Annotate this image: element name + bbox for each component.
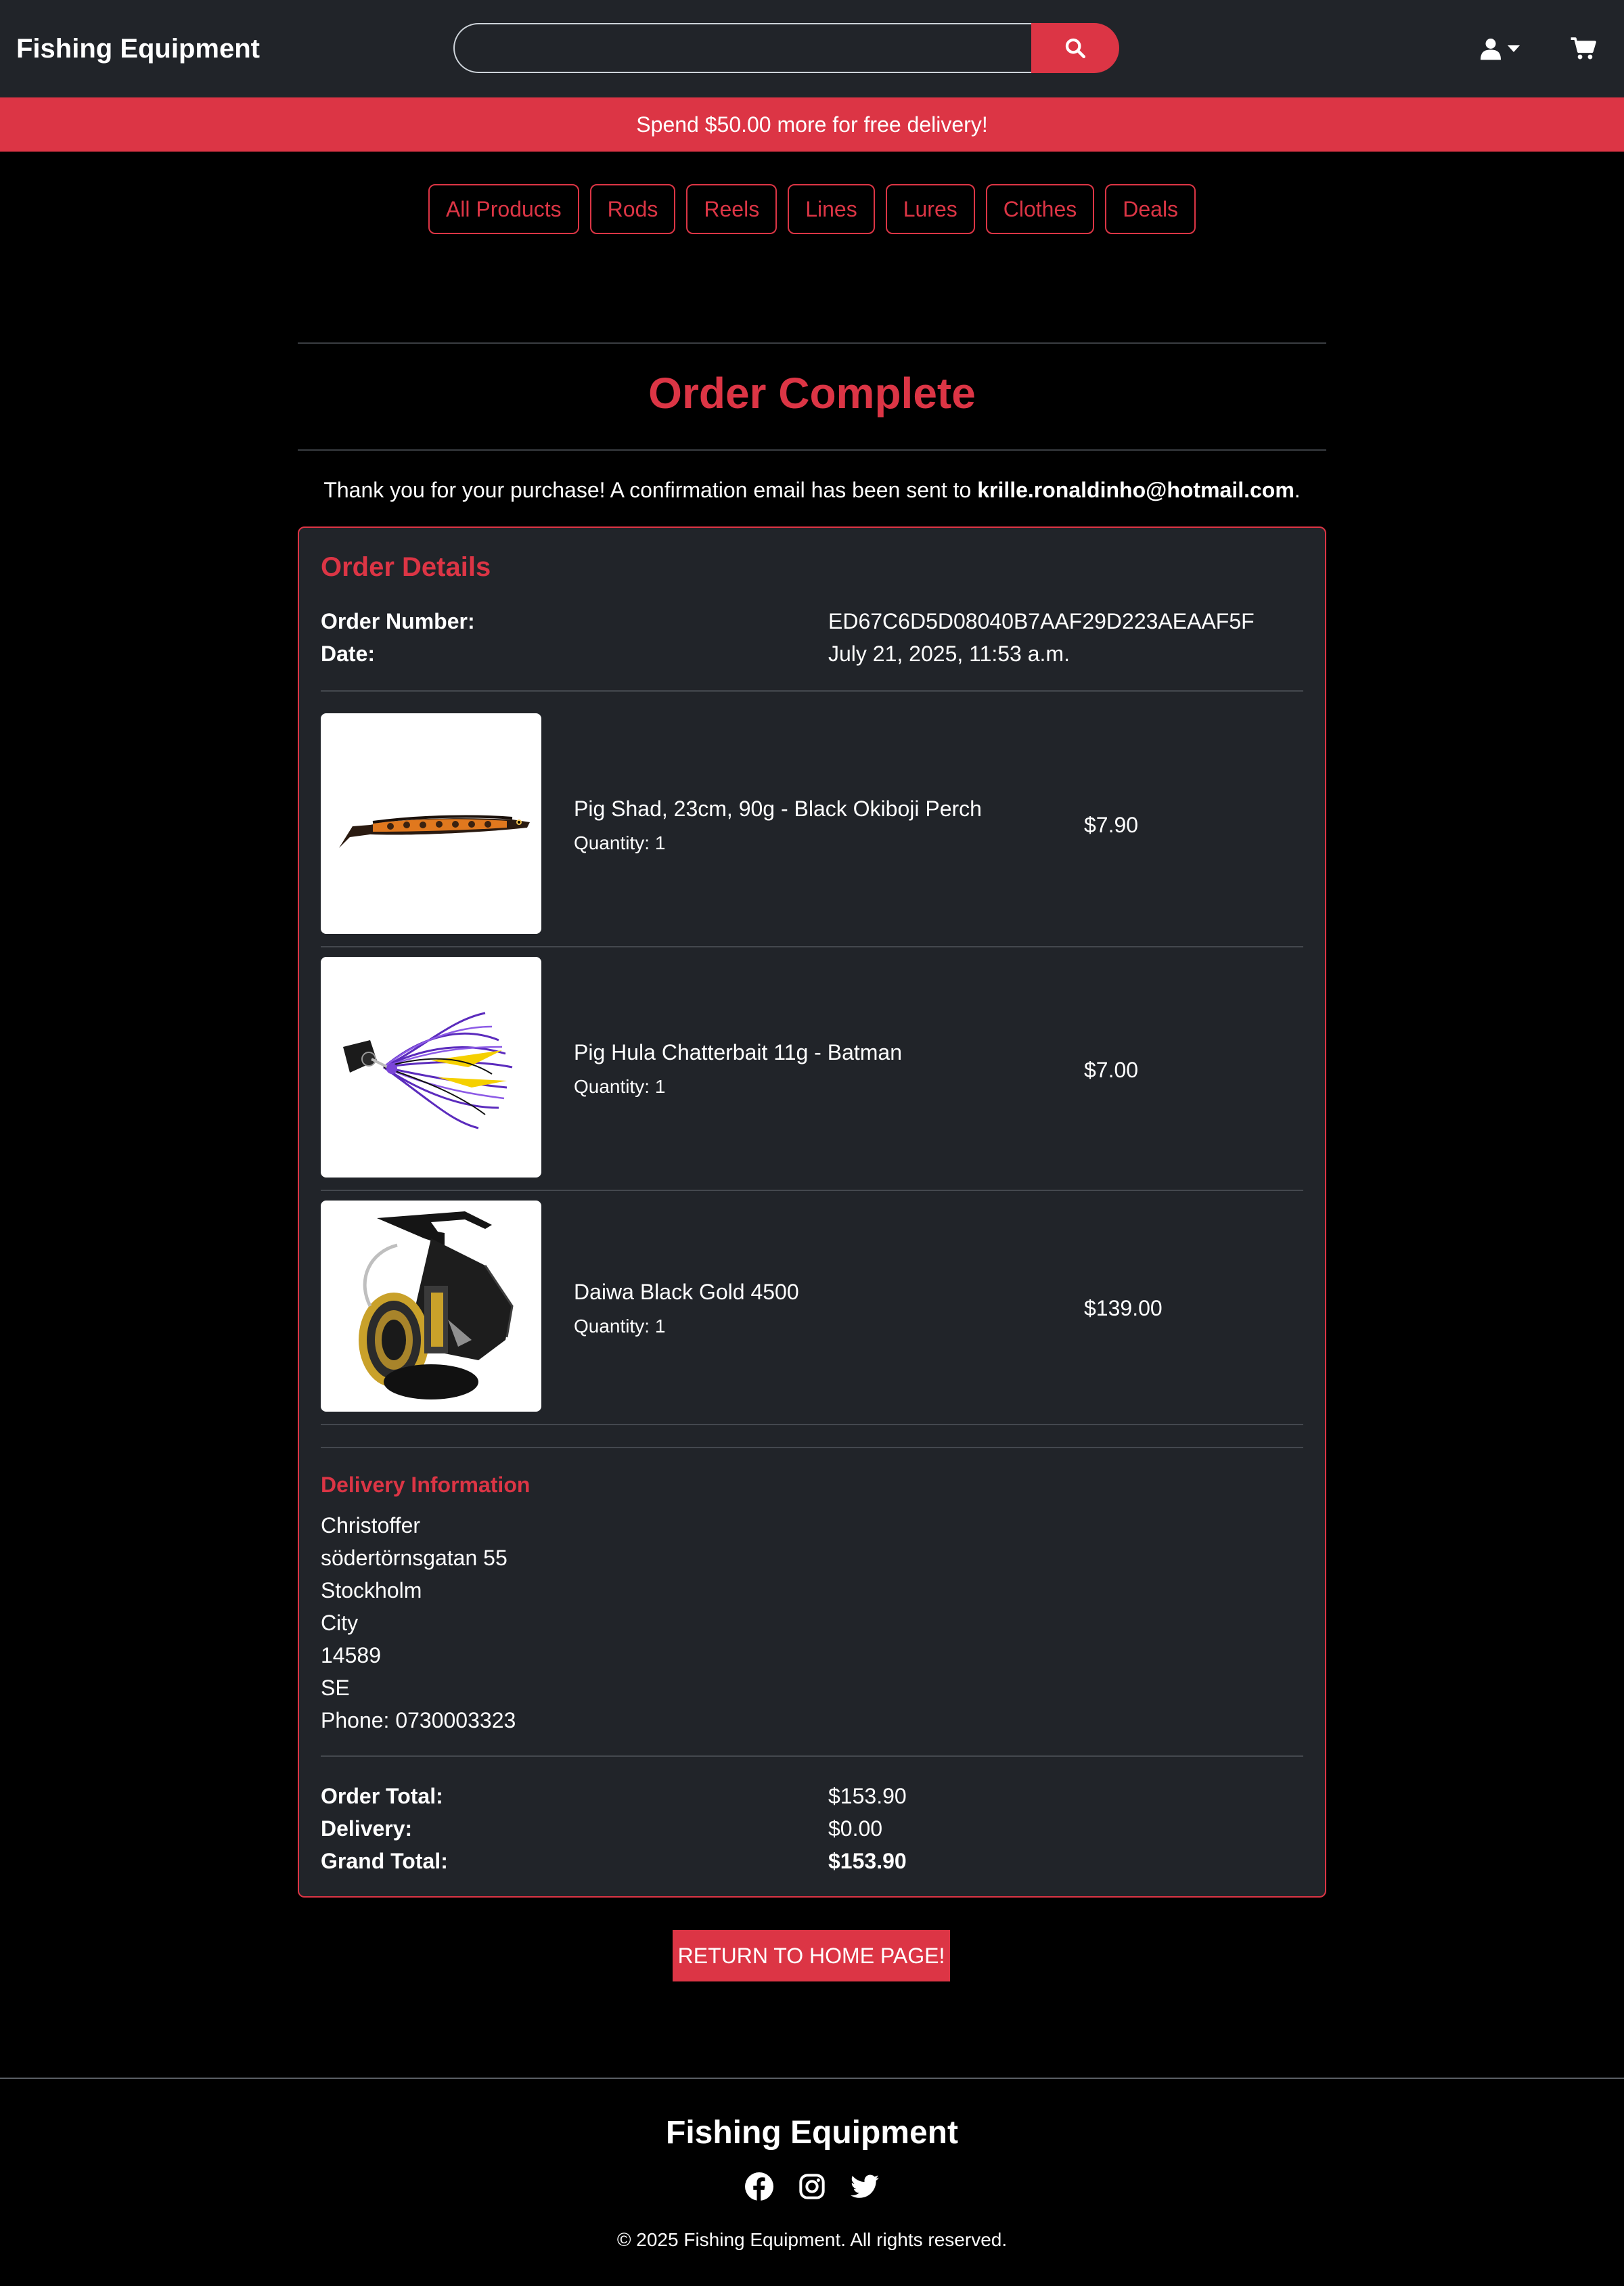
order-total-value: $153.90: [828, 1784, 907, 1808]
delivery-town: Stockholm: [321, 1578, 422, 1603]
delivery-postcode: 14589: [321, 1643, 381, 1667]
instagram-icon: [799, 2174, 825, 2199]
divider: [298, 342, 1326, 344]
navbar: Fishing Equipment: [0, 0, 1624, 97]
product-image-chatterbait: [321, 957, 541, 1178]
product-image-pig-shad: [321, 713, 541, 934]
caret-down-icon: [1508, 45, 1520, 52]
brand-logo[interactable]: Fishing Equipment: [16, 30, 260, 68]
item-name[interactable]: Pig Hula Chatterbait 11g - Batman: [574, 1037, 902, 1068]
item-name[interactable]: Daiwa Black Gold 4500: [574, 1276, 799, 1307]
divider: [321, 946, 1303, 947]
confirmation-period: .: [1294, 478, 1301, 502]
return-home-button[interactable]: RETURN TO HOME PAGE!: [673, 1930, 950, 1981]
item-price: $7.90: [1084, 813, 1139, 837]
confirmation-message: Thank you for your purchase! A confirmat…: [298, 474, 1326, 506]
category-reels[interactable]: Reels: [686, 184, 777, 234]
copyright-text: © 2025 Fishing Equipment. All rights res…: [616, 2229, 1008, 2250]
delivery-street: södertörnsgatan 55: [321, 1546, 508, 1570]
order-number-label: Order Number:: [321, 609, 475, 633]
search-button[interactable]: [1031, 23, 1119, 73]
account-dropdown[interactable]: [1481, 32, 1529, 65]
twitter-link[interactable]: [851, 2172, 879, 2201]
confirmation-text: Thank you for your purchase! A confirmat…: [323, 478, 978, 502]
divider: [321, 1447, 1303, 1448]
item-quantity: Quantity: 1: [574, 1076, 666, 1097]
cart-button[interactable]: [1569, 34, 1598, 64]
item-quantity: Quantity: 1: [574, 832, 666, 853]
order-total-label: Order Total:: [321, 1784, 443, 1808]
search-icon: [1065, 38, 1086, 59]
divider: [321, 1190, 1303, 1191]
item-price: $7.00: [1084, 1058, 1139, 1082]
cart-icon: [1571, 37, 1596, 60]
lure-chatterbait-image: [343, 1012, 513, 1129]
search-input[interactable]: [453, 23, 1033, 73]
category-all-products[interactable]: All Products: [428, 184, 579, 234]
instagram-link[interactable]: [798, 2172, 826, 2201]
confirmation-email: krille.ronaldinho@hotmail.com: [977, 478, 1294, 502]
category-rods[interactable]: Rods: [589, 184, 676, 234]
category-clothes[interactable]: Clothes: [985, 184, 1095, 234]
divider: [298, 449, 1326, 451]
product-image-daiwa-reel: [321, 1201, 541, 1412]
item-price: $139.00: [1084, 1296, 1163, 1320]
free-delivery-banner: Spend $50.00 more for free delivery!: [0, 97, 1624, 152]
delivery-name: Christoffer: [321, 1513, 421, 1538]
order-number-value: ED67C6D5D08040B7AAF29D223AEAAF5F: [828, 609, 1255, 633]
delivery-cost-value: $0.00: [828, 1816, 883, 1841]
social-links: [0, 2172, 1624, 2205]
delivery-phone: Phone: 0730003323: [321, 1708, 516, 1732]
facebook-link[interactable]: [745, 2172, 773, 2201]
category-lines[interactable]: Lines: [788, 184, 875, 234]
delivery-info-heading: Delivery Information: [321, 1473, 531, 1497]
order-details-card: Order Details Order Number: ED67C6D5D080…: [298, 526, 1326, 1898]
category-lures[interactable]: Lures: [885, 184, 975, 234]
order-date-label: Date:: [321, 642, 376, 666]
category-nav: All Products Rods Reels Lines Lures Clot…: [0, 184, 1624, 234]
divider: [321, 1424, 1303, 1425]
divider: [321, 690, 1303, 692]
lure-shad-image: [339, 815, 530, 848]
facebook-icon: [745, 2172, 773, 2201]
delivery-county: City: [321, 1611, 359, 1635]
page-title: Order Complete: [648, 369, 976, 418]
delivery-cost-label: Delivery:: [321, 1816, 413, 1841]
reel-image: [359, 1211, 514, 1399]
order-date-value: July 21, 2025, 11:53 a.m.: [828, 642, 1070, 666]
divider: [321, 1755, 1303, 1757]
footer-brand: Fishing Equipment: [666, 2115, 958, 2151]
grand-total-label: Grand Total:: [321, 1849, 448, 1873]
twitter-icon: [851, 2174, 879, 2198]
order-details-heading: Order Details: [321, 552, 491, 582]
grand-total-value: $153.90: [828, 1849, 907, 1873]
delivery-country: SE: [321, 1676, 350, 1700]
user-icon: [1481, 39, 1501, 60]
category-deals[interactable]: Deals: [1105, 184, 1196, 234]
item-quantity: Quantity: 1: [574, 1316, 666, 1337]
item-name[interactable]: Pig Shad, 23cm, 90g - Black Okiboji Perc…: [574, 793, 982, 824]
footer-divider: [0, 2078, 1624, 2079]
